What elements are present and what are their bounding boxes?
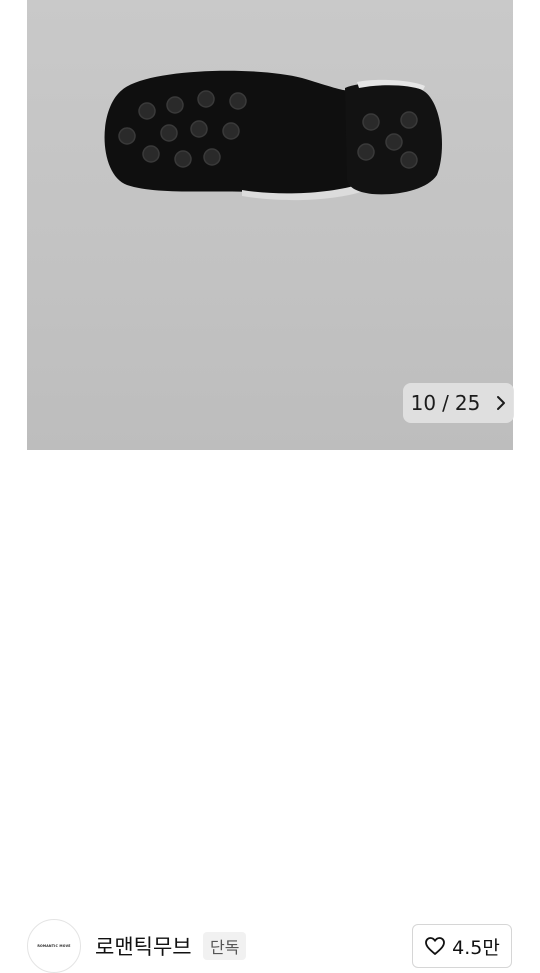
chevron-right-icon[interactable] [496,395,506,411]
brand-name[interactable]: 로맨틱무브 [95,931,192,961]
image-counter[interactable]: 10 / 25 [403,383,514,423]
total-count: 25 [454,391,481,415]
brand-bar: ROMANTIC MOVE 로맨틱무브 단독 4.5만 [0,450,540,973]
like-count: 4.5만 [452,936,500,959]
exclusive-badge: 단독 [203,932,247,960]
counter-separator: / [442,391,449,415]
heart-outline-icon [424,936,446,956]
like-button[interactable]: 4.5만 [412,924,512,968]
current-index: 10 [410,391,437,415]
brand-logo[interactable]: ROMANTIC MOVE [27,919,81,973]
product-image-gallery[interactable]: 10 / 25 [0,0,540,450]
